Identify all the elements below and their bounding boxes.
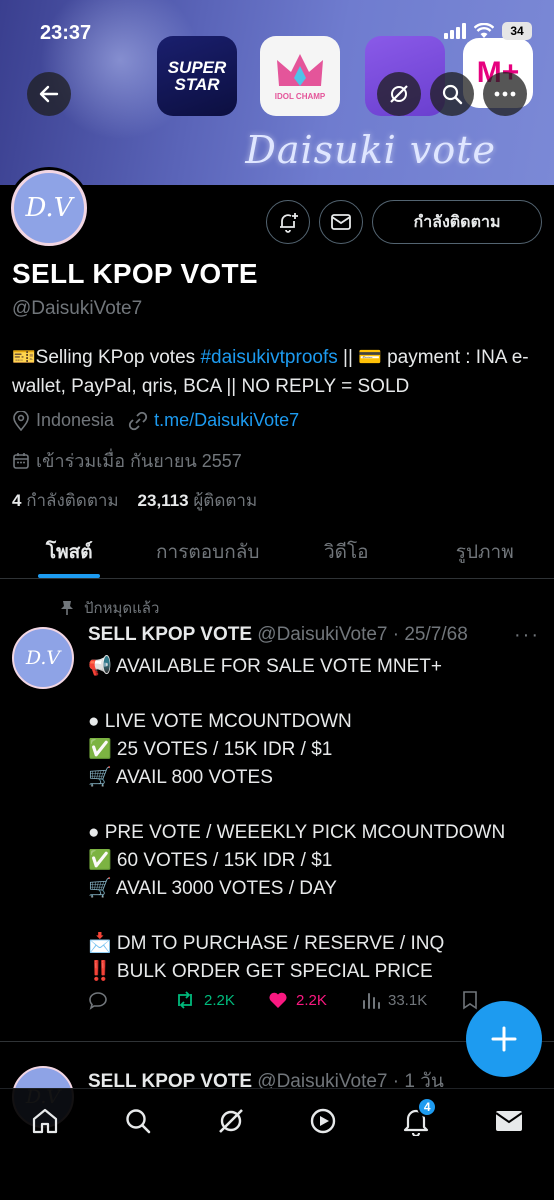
profile-bio: 🎫Selling KPop votes #daisukivtproofs || … [12,347,529,397]
cellular-signal-icon [444,23,466,39]
banner-text: Daisuki vote [245,128,496,172]
display-name: SELL KPOP VOTE [12,258,258,289]
repost-count: 2.2K [204,991,235,1009]
more-dots-icon [494,91,516,97]
pinned-indicator: ปักหมุดแล้ว [60,596,159,620]
link-icon [128,411,148,430]
idol-champ-app-logo: IDOL CHAMP [260,36,340,116]
nav-notifications[interactable]: 4 [393,1089,439,1153]
tweet-text: 📢 AVAILABLE FOR SALE VOTE MNET+ ● LIVE V… [88,656,506,982]
search-button[interactable] [430,72,474,116]
profile-avatar[interactable]: D.V [8,167,90,249]
tab-replies[interactable]: การตอบกลับ [139,525,278,578]
views-count: 33.1K [388,991,428,1009]
more-options-button[interactable] [483,72,527,116]
tweet-author-name[interactable]: SELL KPOP VOTE [88,624,252,645]
like-button[interactable]: 2.2K [268,991,362,1009]
like-count: 2.2K [296,991,327,1009]
notify-subscribe-button[interactable] [266,200,310,244]
nav-messages[interactable] [486,1089,532,1153]
joined-row: เข้าร่วมเมื่อ กันยายน 2557 [12,446,242,475]
status-time: 23:37 [40,22,92,44]
nav-grok[interactable] [208,1089,254,1153]
compose-post-button[interactable] [466,1001,542,1077]
envelope-icon [495,1111,523,1131]
grok-icon [390,85,408,103]
profile-location: Indonesia [36,410,115,430]
tweet-avatar[interactable]: D.V [12,627,74,689]
heart-icon [269,992,287,1008]
battery-indicator: 34 [502,22,532,40]
notification-badge: 4 [417,1097,438,1117]
bookmark-button[interactable] [462,990,478,1010]
profile-link[interactable]: t.me/DaisukiVote7 [154,410,299,431]
superstar-app-logo: SUPER STAR [157,36,237,116]
envelope-icon [331,214,351,230]
reply-icon [89,992,107,1010]
profile-tabs: โพสต์ การตอบกลับ วิดีโอ รูปภาพ [0,525,554,579]
message-button[interactable] [319,200,363,244]
following-button[interactable]: กำลังติดตาม [372,200,542,244]
play-circle-icon [311,1108,336,1134]
bottom-navigation: 4 [0,1088,554,1200]
wifi-icon [474,23,494,38]
nav-home[interactable] [22,1089,68,1153]
back-button[interactable] [27,72,71,116]
nav-videos[interactable] [300,1089,346,1153]
profile-meta-row: Indonesia t.me/DaisukiVote7 [12,410,299,431]
tweet-actions: 2.2K 2.2K 33.1K [88,990,508,1010]
views-chart-icon [363,993,380,1009]
repost-button[interactable]: 2.2K [174,990,268,1010]
nav-search[interactable] [115,1089,161,1153]
location-pin-icon [13,410,29,431]
tweet-header: SELL KPOP VOTE @DaisukiVote7 · 25/7/68 [88,624,468,646]
search-icon [126,1109,151,1134]
search-icon [442,84,463,105]
profile-handle: @DaisukiVote7 [12,298,143,319]
bookmark-icon [463,991,477,1010]
back-arrow-icon [39,85,59,103]
joined-date: เข้าร่วมเมื่อ กันยายน 2557 [36,451,242,471]
tab-videos[interactable]: วิดีโอ [277,525,416,578]
tab-photos[interactable]: รูปภาพ [416,525,554,578]
home-icon [32,1108,58,1134]
calendar-icon [13,452,29,469]
following-stat[interactable]: 4 กำลังติดตาม [12,491,119,510]
repost-icon [178,991,192,1009]
reply-button[interactable] [88,990,174,1010]
bio-hashtag-link[interactable]: #daisukivtproofs [200,347,337,368]
crown-icon [277,53,323,86]
tweet-handle-time: @DaisukiVote7 · 25/7/68 [252,624,468,645]
views-button[interactable]: 33.1K [362,991,462,1009]
pin-icon [61,601,73,615]
follow-stats: 4 กำลังติดตาม 23,113 ผู้ติดตาม [12,487,257,514]
grok-icon [218,1109,243,1133]
grok-button[interactable] [377,72,421,116]
status-icons: 34 [444,22,532,40]
tab-posts[interactable]: โพสต์ [0,525,139,578]
bell-plus-icon [280,213,298,233]
plus-icon [491,1026,517,1052]
tweet-more-button[interactable]: ··· [514,624,540,647]
followers-stat[interactable]: 23,113 ผู้ติดตาม [138,491,258,510]
